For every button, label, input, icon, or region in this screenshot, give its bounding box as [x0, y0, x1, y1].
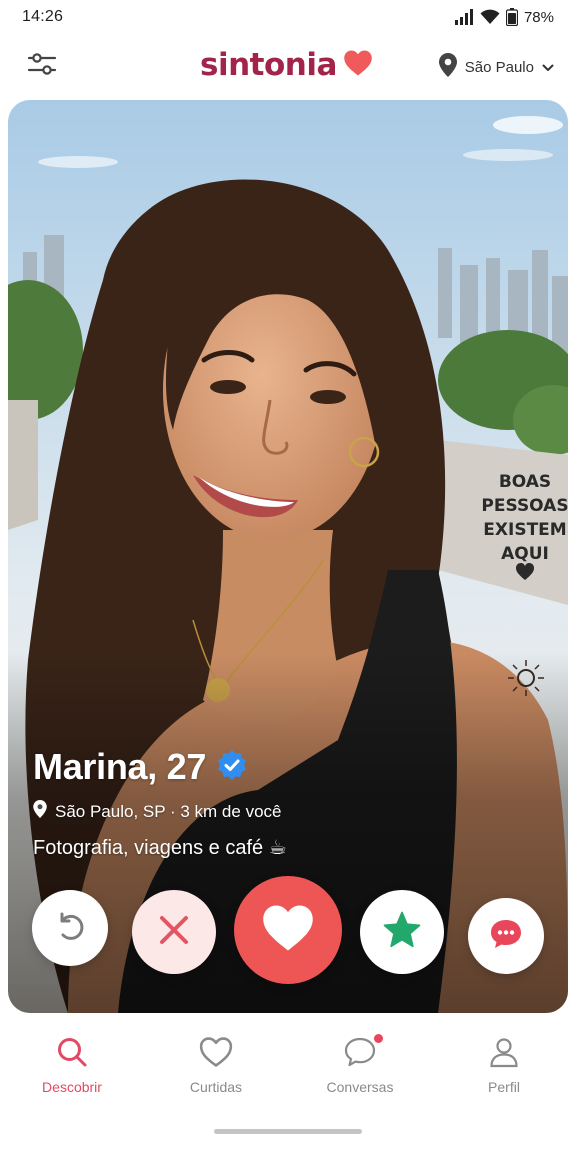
like-button[interactable]	[234, 876, 342, 984]
notification-dot	[374, 1034, 383, 1043]
wall-text-line-1: BOAS	[499, 472, 551, 492]
name-row: Marina, 27	[33, 746, 287, 788]
brand-logo: sintonia	[200, 40, 373, 90]
profile-bio: Fotografia, viagens e café ☕	[33, 837, 287, 859]
location-selector[interactable]: São Paulo	[438, 52, 554, 82]
bottom-nav: Descobrir Curtidas Conversas Perfil	[0, 1018, 576, 1118]
map-pin-icon	[438, 53, 457, 81]
status-icons: 78%	[454, 8, 554, 26]
nav-item-discover[interactable]: Descobrir	[0, 1018, 144, 1118]
profile-location: São Paulo, SP · 3 km de você	[55, 801, 282, 821]
wall-text-line-2: PESSOAS	[481, 496, 568, 516]
nav-label-discover: Descobrir	[42, 1079, 102, 1095]
nav-item-chats[interactable]: Conversas	[288, 1018, 432, 1118]
profile-name: Marina, 27	[33, 746, 207, 787]
home-indicator[interactable]	[214, 1129, 362, 1134]
user-icon	[488, 1036, 520, 1073]
message-button[interactable]	[468, 898, 544, 974]
heart-icon	[261, 903, 315, 958]
map-pin-icon	[33, 800, 47, 823]
battery-icon	[505, 8, 518, 26]
heart-logo-icon	[343, 49, 373, 82]
wall-text-line-3: EXISTEM	[483, 520, 566, 540]
battery-level: 78%	[523, 8, 554, 26]
nav-item-profile[interactable]: Perfil	[432, 1018, 576, 1118]
undo-icon	[53, 909, 87, 948]
app-header: sintonia São Paulo	[0, 34, 576, 98]
heart-outline-icon	[199, 1036, 233, 1073]
chat-outline-icon	[343, 1036, 377, 1073]
star-icon	[382, 910, 422, 955]
super-like-button[interactable]	[360, 890, 444, 974]
wifi-icon	[480, 9, 500, 25]
nav-label-likes: Curtidas	[189, 1079, 243, 1095]
profile-info: Marina, 27 São Paulo, SP · 3 km de você …	[33, 746, 287, 860]
status-bar: 14:26 78%	[0, 0, 576, 34]
brand-name: sintonia	[200, 47, 337, 83]
close-icon	[157, 913, 191, 952]
nav-label-chats: Conversas	[326, 1079, 394, 1095]
filter-button[interactable]	[22, 48, 62, 84]
nav-label-profile: Perfil	[488, 1079, 520, 1095]
profile-card[interactable]: BOAS PESSOAS EXISTEM AQUI Marina, 27 São…	[8, 100, 568, 1013]
search-icon	[56, 1036, 88, 1073]
verified-badge-icon	[216, 749, 248, 786]
chevron-down-icon	[542, 59, 554, 76]
chat-bubble-icon	[488, 917, 524, 956]
location-label: São Paulo	[464, 58, 534, 76]
filter-sliders-icon	[27, 51, 57, 82]
signal-icon	[454, 9, 474, 25]
nope-button[interactable]	[132, 890, 216, 974]
distance-row: São Paulo, SP · 3 km de você	[33, 800, 287, 823]
undo-button[interactable]	[32, 890, 108, 966]
wall-text-line-4: AQUI	[501, 544, 549, 564]
status-time: 14:26	[22, 8, 64, 25]
nav-item-likes[interactable]: Curtidas	[144, 1018, 288, 1118]
